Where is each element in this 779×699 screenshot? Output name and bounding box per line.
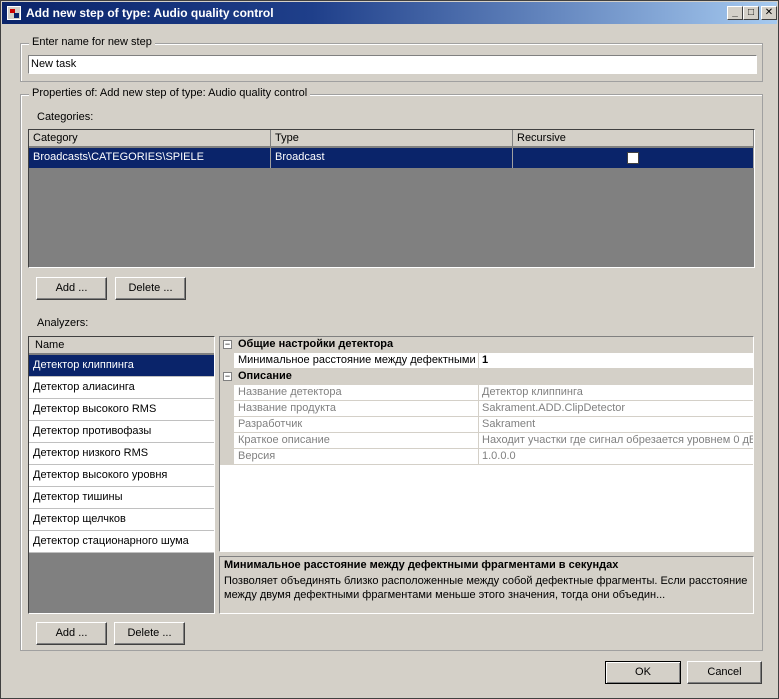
categories-grid[interactable]: Category Type Recursive Broadcasts\CATEG… bbox=[28, 129, 755, 268]
ok-button[interactable]: OK bbox=[605, 661, 681, 684]
analyzers-list[interactable]: Name Детектор клиппинга Детектор алиасинг… bbox=[28, 336, 215, 614]
dialog-window: Add new step of type: Audio quality cont… bbox=[0, 0, 779, 699]
table-row[interactable]: Broadcasts\CATEGORIES\SPIELE Broadcast bbox=[29, 148, 754, 168]
column-header-category[interactable]: Category bbox=[29, 130, 271, 147]
property-gutter bbox=[220, 449, 234, 465]
maximize-button[interactable]: □ bbox=[743, 6, 759, 20]
analyzer-list-item[interactable]: Детектор тишины bbox=[29, 487, 214, 509]
add-analyzer-button[interactable]: Add ... bbox=[36, 622, 107, 645]
property-value[interactable]: 1 bbox=[479, 353, 753, 369]
step-name-input[interactable]: New task bbox=[28, 55, 757, 74]
categories-label: Categories: bbox=[37, 111, 94, 123]
categories-grid-header: Category Type Recursive bbox=[29, 130, 754, 147]
window-title: Add new step of type: Audio quality cont… bbox=[26, 6, 274, 20]
property-row[interactable]: Разработчик Sakrament bbox=[220, 417, 753, 433]
help-title: Минимальное расстояние между дефектными … bbox=[224, 559, 619, 571]
property-gutter bbox=[220, 353, 234, 369]
property-category-label: Общие настройки детектора bbox=[238, 338, 394, 350]
property-value[interactable]: 1.0.0.0 bbox=[479, 449, 753, 465]
help-description: Позволяет объединять близко расположенны… bbox=[224, 575, 748, 601]
property-row[interactable]: Минимальное расстояние между дефектными 1 bbox=[220, 353, 753, 369]
recursive-cell[interactable] bbox=[513, 148, 754, 168]
delete-analyzer-button[interactable]: Delete ... bbox=[114, 622, 185, 645]
analyzers-label: Analyzers: bbox=[37, 317, 89, 329]
property-gutter bbox=[220, 385, 234, 401]
analyzer-list-item[interactable]: Детектор противофазы bbox=[29, 421, 214, 443]
cancel-button[interactable]: Cancel bbox=[687, 661, 762, 684]
property-value[interactable]: Детектор клиппинга bbox=[479, 385, 753, 401]
property-category[interactable]: − Описание bbox=[220, 369, 753, 385]
property-name[interactable]: Название детектора bbox=[234, 385, 479, 401]
property-name[interactable]: Название продукта bbox=[234, 401, 479, 417]
column-header-recursive[interactable]: Recursive bbox=[513, 130, 754, 147]
property-row[interactable]: Краткое описание Находит участки где сигн… bbox=[220, 433, 753, 449]
name-groupbox-label: Enter name for new step bbox=[29, 36, 155, 48]
type-cell[interactable]: Broadcast bbox=[271, 148, 513, 168]
collapse-icon[interactable]: − bbox=[223, 340, 232, 349]
property-name[interactable]: Версия bbox=[234, 449, 479, 465]
property-help-panel: Минимальное расстояние между дефектными … bbox=[219, 556, 754, 614]
analyzer-list-item[interactable]: Детектор высокого уровня bbox=[29, 465, 214, 487]
column-header-type[interactable]: Type bbox=[271, 130, 513, 147]
property-row[interactable]: Версия 1.0.0.0 bbox=[220, 449, 753, 465]
property-value[interactable]: Sakrament bbox=[479, 417, 753, 433]
property-gutter bbox=[220, 417, 234, 433]
analyzer-list-item[interactable]: Детектор стационарного шума bbox=[29, 531, 214, 553]
property-row[interactable]: Название продукта Sakrament.ADD.ClipDetec… bbox=[220, 401, 753, 417]
recursive-checkbox[interactable] bbox=[627, 152, 639, 164]
property-category-label: Описание bbox=[238, 370, 292, 382]
property-name[interactable]: Краткое описание bbox=[234, 433, 479, 449]
analyzer-list-item[interactable]: Детектор низкого RMS bbox=[29, 443, 214, 465]
property-category[interactable]: − Общие настройки детектора bbox=[220, 337, 753, 353]
property-row[interactable]: Название детектора Детектор клиппинга bbox=[220, 385, 753, 401]
properties-groupbox-label: Properties of: Add new step of type: Aud… bbox=[29, 87, 311, 99]
analyzer-list-item[interactable]: Детектор щелчков bbox=[29, 509, 214, 531]
title-bar[interactable]: Add new step of type: Audio quality cont… bbox=[2, 2, 777, 24]
property-name[interactable]: Минимальное расстояние между дефектными bbox=[234, 353, 479, 369]
property-gutter bbox=[220, 401, 234, 417]
close-button[interactable]: ✕ bbox=[761, 6, 777, 20]
property-value[interactable]: Находит участки где сигнал обрезается ур… bbox=[479, 433, 753, 449]
analyzers-column-header[interactable]: Name bbox=[29, 337, 214, 354]
delete-category-button[interactable]: Delete ... bbox=[115, 277, 186, 300]
property-value[interactable]: Sakrament.ADD.ClipDetector bbox=[479, 401, 753, 417]
add-category-button[interactable]: Add ... bbox=[36, 277, 107, 300]
app-icon bbox=[7, 6, 21, 20]
property-name[interactable]: Разработчик bbox=[234, 417, 479, 433]
analyzer-list-item[interactable]: Детектор алиасинга bbox=[29, 377, 214, 399]
analyzer-list-item[interactable]: Детектор высокого RMS bbox=[29, 399, 214, 421]
collapse-icon[interactable]: − bbox=[223, 372, 232, 381]
analyzer-list-item[interactable]: Детектор клиппинга bbox=[29, 355, 214, 377]
property-gutter bbox=[220, 433, 234, 449]
minimize-button[interactable]: _ bbox=[727, 6, 743, 20]
category-cell[interactable]: Broadcasts\CATEGORIES\SPIELE bbox=[29, 148, 271, 168]
property-grid[interactable]: − Общие настройки детектора Минимальное ра… bbox=[219, 336, 754, 552]
